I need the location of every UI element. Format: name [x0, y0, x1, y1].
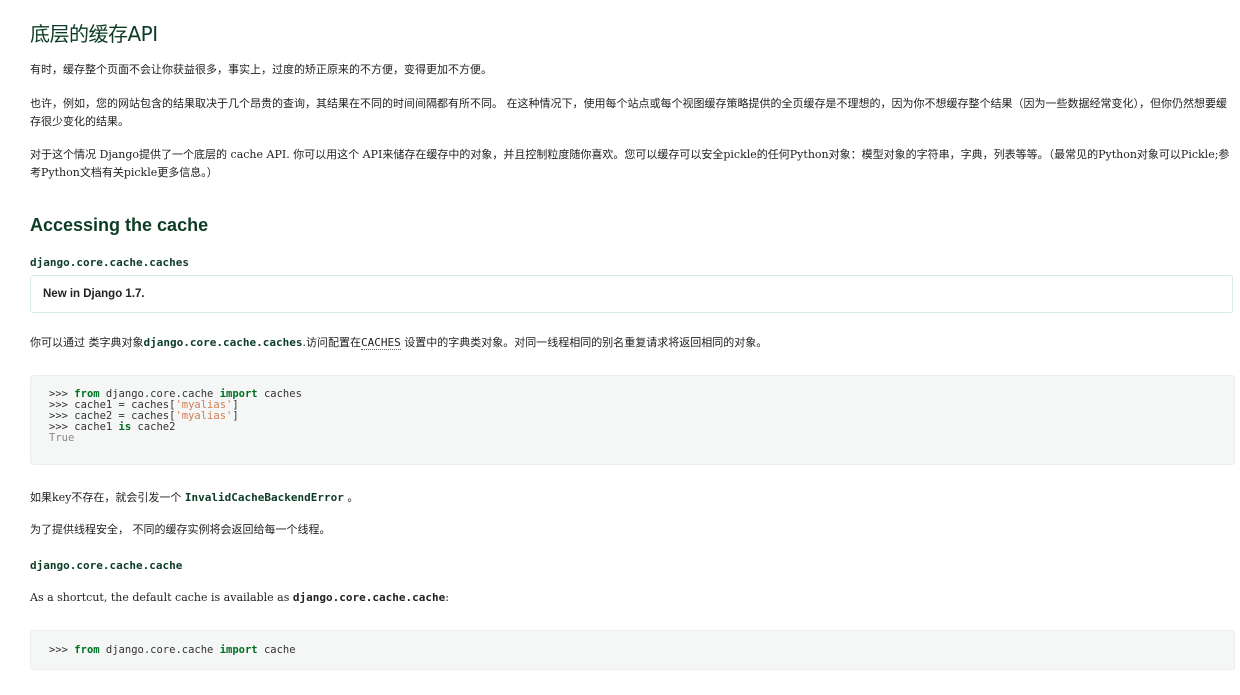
code-text: cache	[257, 644, 296, 656]
code-text: ]	[232, 410, 239, 422]
error-text-2: 。	[343, 491, 359, 504]
caches-desc-text-3: 设置中的字典类对象。对同一线程相同的别名重复请求将返回相同的对象。	[400, 336, 768, 349]
code-block-cache: >>> from django.core.cache import cache	[30, 630, 1235, 670]
code-text: caches	[257, 388, 302, 400]
caches-desc-text-1: 你可以通过 类字典对象	[30, 336, 144, 349]
section-heading: Accessing the cache	[30, 215, 209, 235]
version-note-box: New in Django 1.7.	[30, 275, 1233, 313]
version-note: New in Django 1.7.	[43, 288, 145, 300]
code-keyword: import	[219, 644, 258, 656]
shortcut-text-2: :	[445, 591, 449, 604]
caches-setting-link[interactable]: CACHES	[360, 336, 401, 350]
caches-desc-code: django.core.cache.caches	[143, 336, 303, 349]
shortcut-code: django.core.cache.cache	[292, 591, 446, 604]
code-string: 'myalias'	[175, 410, 233, 422]
cache-object-label: django.core.cache.cache	[30, 559, 183, 572]
page-title: 底层的缓存API	[30, 22, 158, 46]
shortcut-note: As a shortcut, the default cache is avai…	[30, 589, 1235, 607]
intro-paragraph-1: 有时，缓存整个页面不会让你获益很多，事实上，过度的矫正原来的不方便，变得更加不方…	[30, 63, 492, 76]
intro-paragraph-3: 对于这个情况 Django提供了一个底层的 cache API. 你可以用这个 …	[30, 148, 1230, 179]
error-code: InvalidCacheBackendError	[184, 491, 344, 504]
error-note: 如果key不存在，就会引发一个 InvalidCacheBackendError…	[30, 489, 1235, 507]
code-block-caches: >>> from django.core.cache import caches…	[30, 375, 1235, 465]
error-text-1: 如果key不存在，就会引发一个	[30, 491, 185, 504]
caches-description: 你可以通过 类字典对象django.core.cache.caches.访问配置…	[30, 334, 1235, 352]
code-text: django.core.cache	[99, 644, 220, 656]
document-page: 底层的缓存API 有时，缓存整个页面不会让你获益很多，事实上，过度的矫正原来的不…	[0, 0, 1240, 695]
shortcut-text-1: As a shortcut, the default cache is avai…	[30, 591, 293, 604]
thread-safety-note: 为了提供线程安全， 不同的缓存实例将会返回给每一个线程。	[30, 523, 331, 536]
code-prompt: >>>	[49, 644, 75, 656]
caches-desc-text-2: .访问配置在	[302, 336, 361, 349]
intro-paragraph-2: 也许，例如，您的网站包含的结果取决于几个昂贵的查询，其结果在不同的时间间隔都有所…	[30, 97, 1227, 128]
caches-object-label: django.core.cache.caches	[30, 256, 189, 269]
code-keyword: from	[74, 644, 100, 656]
code-output: True	[49, 432, 75, 444]
code-text: cache2	[131, 421, 176, 433]
code-keyword: is	[118, 421, 132, 433]
